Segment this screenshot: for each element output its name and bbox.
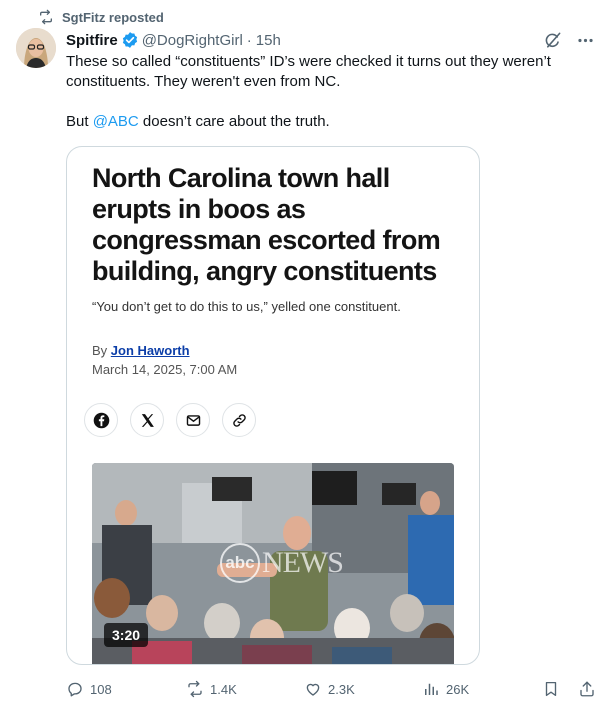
copy-link-button[interactable] [222,403,256,437]
tweet-text-prefix: But [66,113,93,130]
share-icon[interactable] [578,680,596,698]
display-name[interactable]: Spitfire [66,32,118,49]
byline-prefix: By [92,343,111,358]
mention-link[interactable]: @ABC [93,113,139,130]
repost-icon [40,9,52,25]
heart-icon [306,683,320,696]
reply-count: 108 [90,681,112,697]
abc-logo: abc [220,543,260,583]
article-card[interactable]: North Carolina town hall erupts in boos … [66,146,480,665]
video-player[interactable]: abc NEWS 3:20 [92,463,454,664]
view-count: 26K [446,681,470,697]
views-button[interactable]: 26K [422,680,469,698]
abc-news-watermark: abc NEWS [220,543,344,583]
tweet-action-bar: 108 1.4K 2.3K 26K [66,678,596,700]
link-icon [232,413,246,427]
author-handle[interactable]: @DogRightGirl [142,32,243,49]
article-date: March 14, 2025, 7:00 AM [92,362,238,377]
bookmark-icon[interactable] [542,680,560,698]
repost-banner[interactable]: SgtFitz reposted [38,8,164,26]
share-email-button[interactable] [176,403,210,437]
more-options-icon[interactable] [576,31,595,50]
share-x-button[interactable] [130,403,164,437]
tweet-text: These so called “constituents” ID’s were… [66,52,596,152]
mail-icon [186,414,200,426]
verified-badge-icon[interactable] [121,31,139,49]
tweet-time[interactable]: 15h [256,32,281,49]
tweet-text-line-2: But @ABC doesn’t care about the truth. [66,112,596,132]
repost-button[interactable]: 1.4K [186,680,237,698]
analytics-icon [425,683,438,695]
avatar[interactable] [16,28,56,68]
repost-icon [188,680,202,698]
tweet-header: Spitfire @DogRightGirl · 15h [66,30,595,50]
x-icon [141,413,154,427]
end-actions [542,680,596,698]
like-count: 2.3K [328,681,355,697]
like-button[interactable]: 2.3K [304,680,355,698]
repost-label: SgtFitz reposted [62,9,164,25]
video-duration-badge: 3:20 [104,623,149,647]
header-actions [543,31,595,50]
article-byline: By Jon Haworth [92,343,190,358]
grok-icon[interactable] [543,31,562,50]
separator-dot: · [246,31,252,49]
article-subhead: “You don’t get to do this to us,” yelled… [92,299,401,314]
tweet-text-suffix: doesn’t care about the truth. [138,113,330,130]
avatar-image [16,28,56,68]
facebook-icon [93,412,109,428]
news-watermark-text: NEWS [262,546,344,579]
share-buttons [84,403,256,437]
article-author-link[interactable]: Jon Haworth [111,343,190,358]
tweet-text-line-1: These so called “constituents” ID’s were… [66,53,551,90]
reply-icon [68,682,82,697]
repost-count: 1.4K [210,681,237,697]
reply-button[interactable]: 108 [66,680,112,698]
share-facebook-button[interactable] [84,403,118,437]
article-headline: North Carolina town hall erupts in boos … [92,163,441,286]
